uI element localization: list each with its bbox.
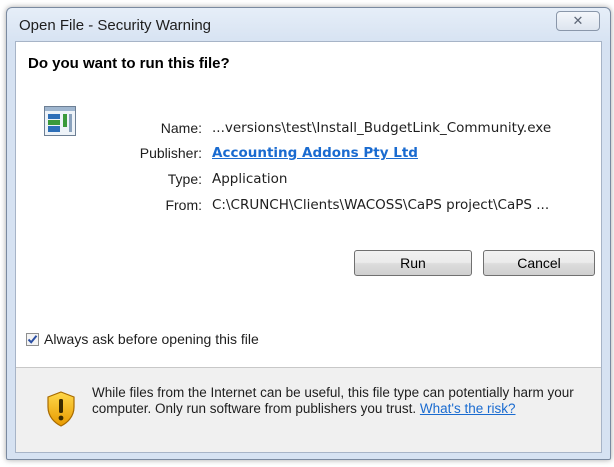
name-value: ...versions\test\Install_BudgetLink_Comm… [212, 120, 552, 136]
from-label: From: [165, 197, 202, 213]
warning-message: While files from the Internet can be use… [92, 385, 582, 417]
from-value: C:\CRUNCH\Clients\WACOSS\CaPS project\Ca… [212, 197, 550, 213]
security-shield-icon [47, 391, 75, 427]
type-label: Type: [167, 171, 202, 187]
close-button[interactable]: ✕ [556, 11, 600, 31]
type-value: Application [212, 171, 288, 187]
close-icon: ✕ [572, 13, 584, 28]
dialog-body: Do you want to run this file? Name: ...v… [15, 41, 602, 453]
cancel-button[interactable]: Cancel [483, 250, 595, 276]
title-bar[interactable]: Open File - Security Warning ✕ [7, 8, 610, 42]
checkmark-icon [27, 334, 38, 344]
run-button[interactable]: Run [354, 250, 472, 276]
always-ask-option[interactable]: Always ask before opening this file [26, 331, 259, 347]
publisher-link[interactable]: Accounting Addons Pty Ltd [212, 145, 418, 161]
name-label: Name: [160, 120, 202, 136]
publisher-label: Publisher: [139, 145, 202, 161]
whats-the-risk-link[interactable]: What's the risk? [420, 401, 516, 416]
warning-panel: While files from the Internet can be use… [16, 368, 601, 452]
question-heading: Do you want to run this file? [28, 55, 230, 72]
always-ask-label: Always ask before opening this file [44, 331, 259, 347]
application-window-icon [44, 106, 76, 136]
always-ask-checkbox[interactable] [26, 332, 39, 346]
security-warning-dialog: Open File - Security Warning ✕ Do you wa… [6, 7, 611, 460]
window-title: Open File - Security Warning [19, 17, 212, 34]
